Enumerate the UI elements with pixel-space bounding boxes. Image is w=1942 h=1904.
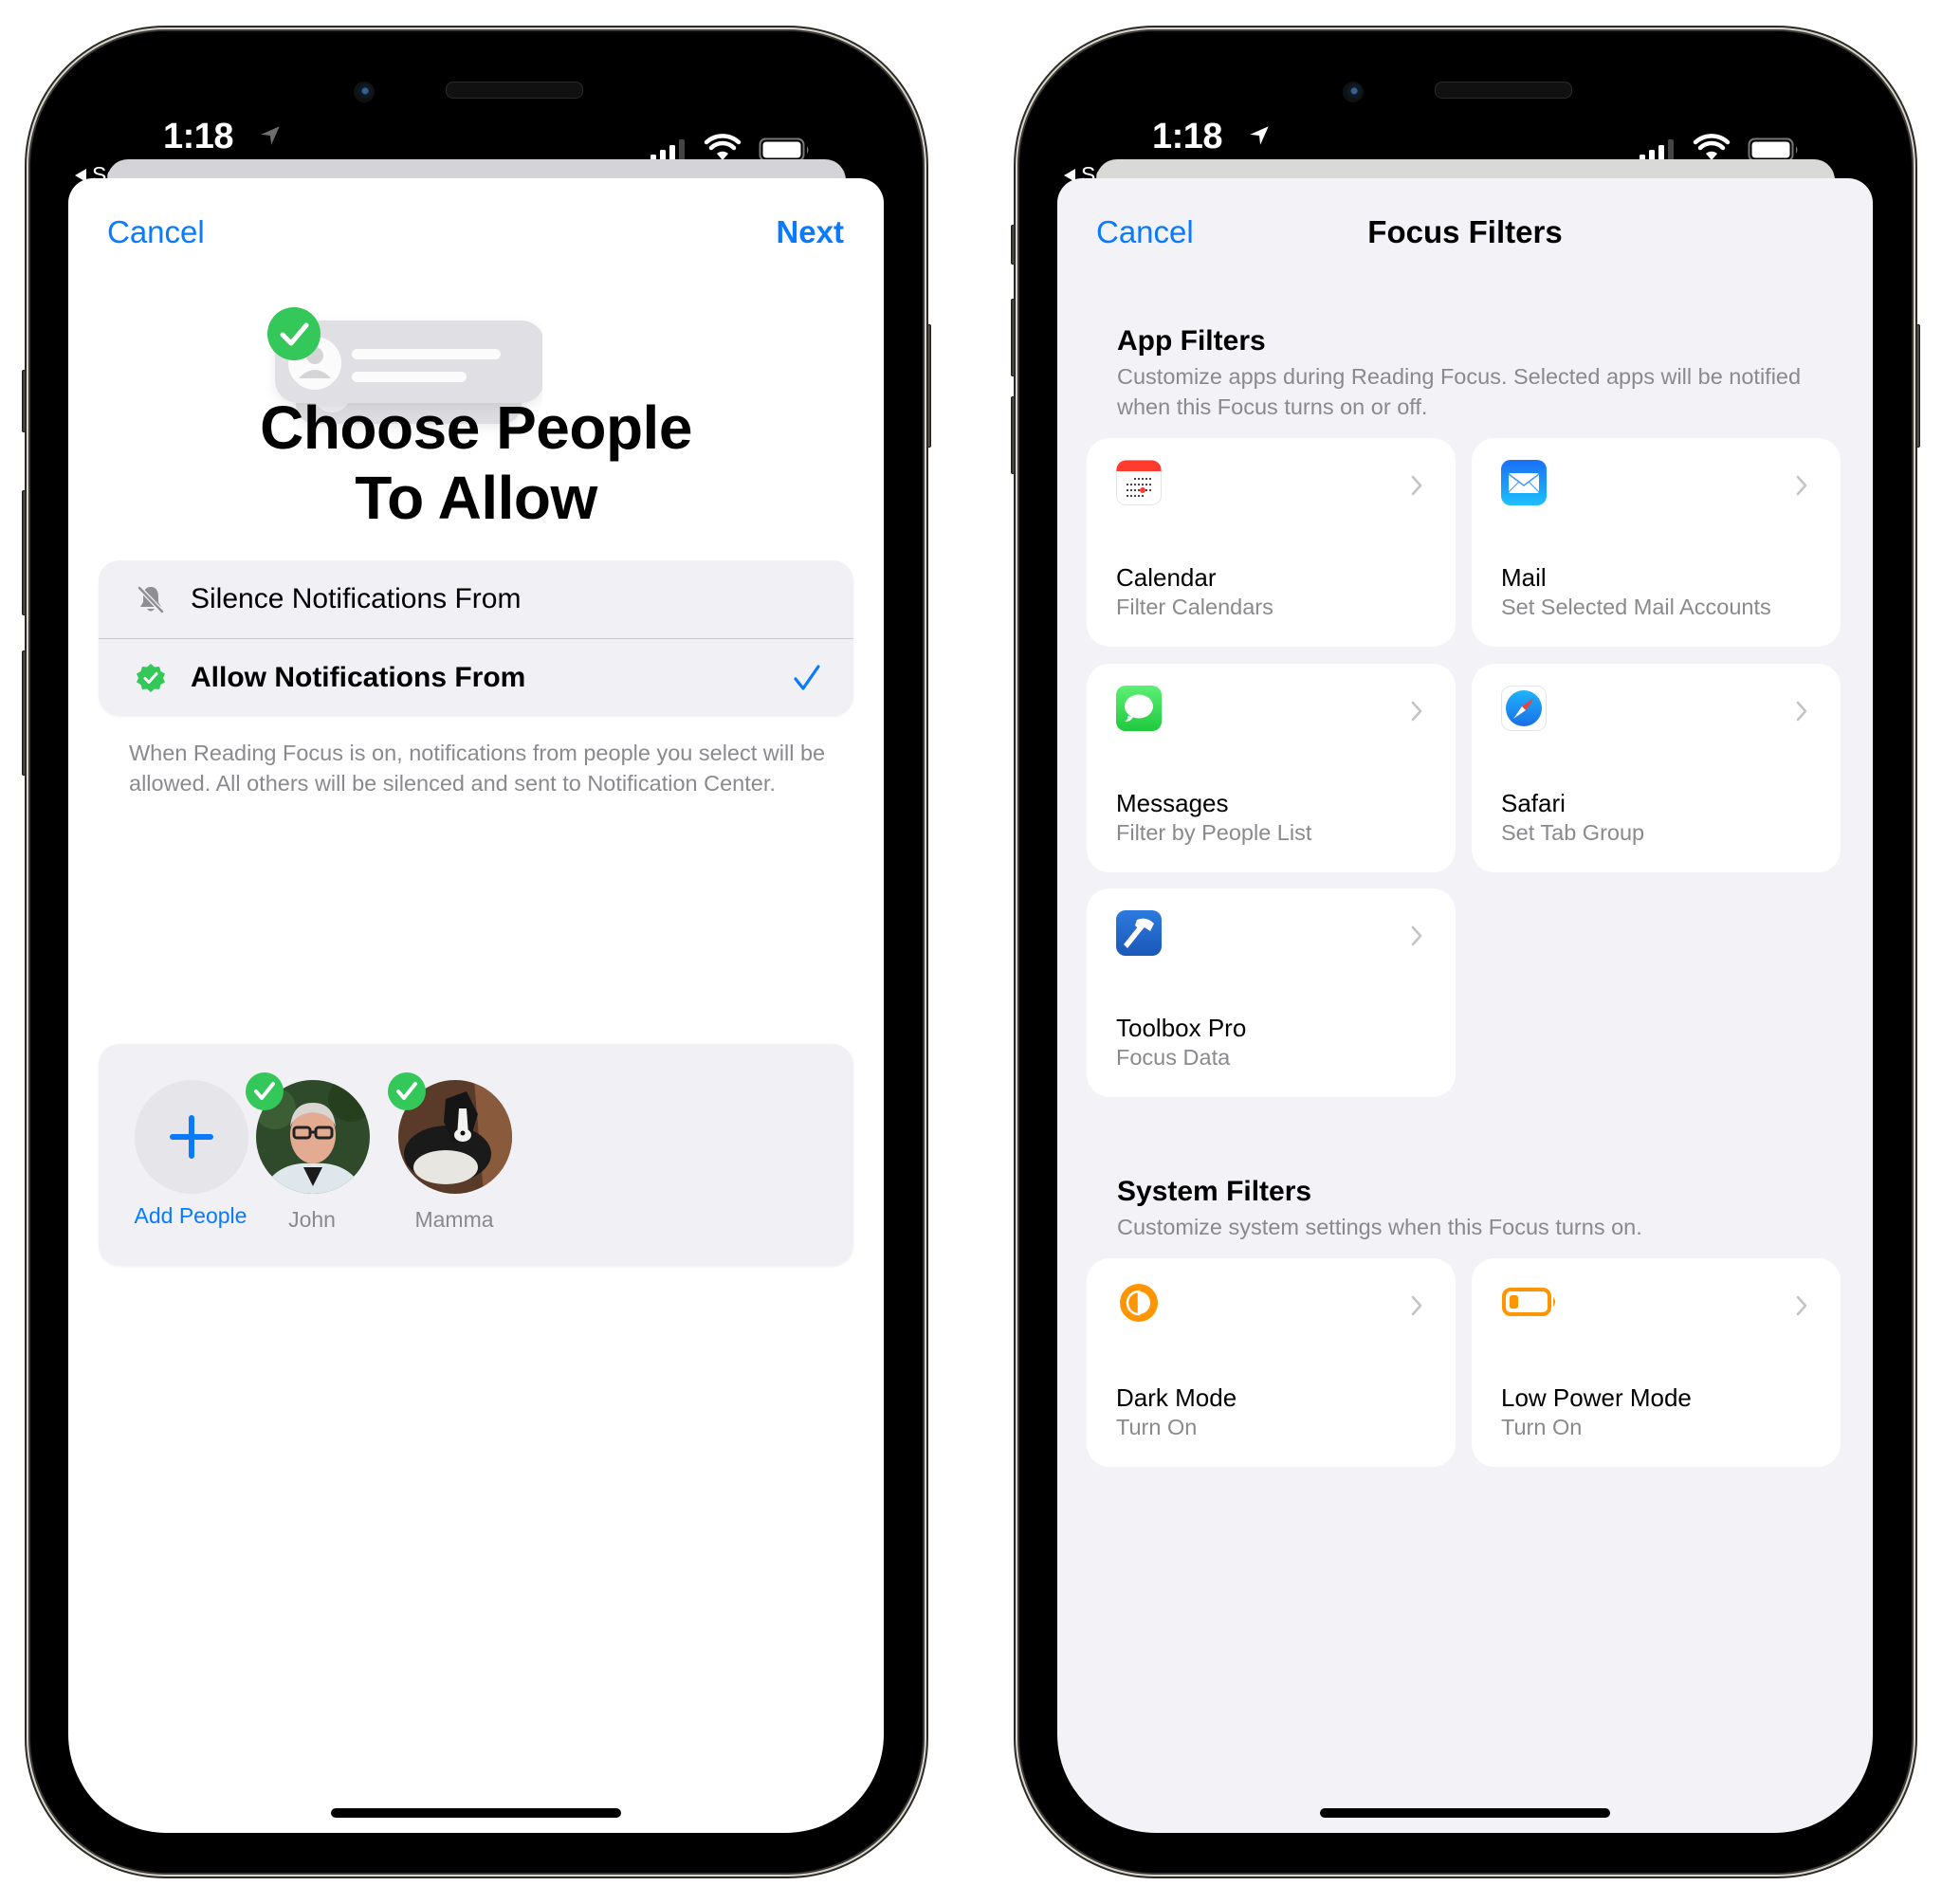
card-title: Dark Mode xyxy=(1116,1383,1237,1412)
volume-up-button xyxy=(22,490,30,615)
cancel-button[interactable]: Cancel xyxy=(107,214,205,250)
safari-icon xyxy=(1501,686,1547,731)
selected-badge-icon xyxy=(246,1072,284,1110)
selected-badge-icon xyxy=(388,1072,426,1110)
option-silence-notifications[interactable]: Silence Notifications From xyxy=(99,560,853,638)
contact-mamma[interactable]: Mamma xyxy=(383,1044,525,1266)
filter-card-low-power-mode[interactable]: Low Power Mode Turn On xyxy=(1472,1258,1841,1467)
wifi-icon xyxy=(1693,134,1731,160)
filter-card-safari[interactable]: Safari Set Tab Group xyxy=(1472,664,1841,872)
chevron-right-icon xyxy=(1411,925,1422,946)
mute-switch xyxy=(22,370,30,432)
filter-card-toolbox-pro[interactable]: Toolbox Pro Focus Data xyxy=(1087,888,1456,1097)
card-subtitle: Turn On xyxy=(1501,1415,1583,1439)
toolbox-pro-icon xyxy=(1116,910,1162,956)
chevron-right-icon xyxy=(1796,1295,1807,1316)
speaker-grille xyxy=(446,82,583,99)
front-camera xyxy=(1343,82,1364,102)
location-arrow-icon xyxy=(261,126,280,145)
filter-card-messages[interactable]: Messages Filter by People List xyxy=(1087,664,1456,872)
card-title: Messages xyxy=(1116,789,1229,817)
card-subtitle: Filter Calendars xyxy=(1116,595,1273,619)
app-filters-description: Customize apps during Reading Focus. Sel… xyxy=(1117,364,1802,419)
chevron-right-icon xyxy=(1411,1295,1422,1316)
power-button xyxy=(923,324,931,448)
card-title: Safari xyxy=(1501,789,1566,817)
front-camera xyxy=(354,82,375,102)
contact-name: John xyxy=(288,1207,336,1232)
calendar-icon xyxy=(1116,460,1162,505)
title-line-2: To Allow xyxy=(355,464,597,532)
left-phone: 1:18 Search Cancel Next xyxy=(22,31,931,1873)
page-title: Choose People To Allow xyxy=(68,393,884,533)
add-people-circle xyxy=(135,1080,248,1194)
chevron-right-icon xyxy=(1411,701,1422,722)
wifi-icon xyxy=(704,134,742,160)
card-subtitle: Set Selected Mail Accounts xyxy=(1501,595,1771,619)
right-phone: 1:18 Search Cancel Focus Filters App Fil… xyxy=(1011,31,1920,1873)
bell-slash-icon xyxy=(137,586,164,613)
card-subtitle: Focus Data xyxy=(1116,1045,1231,1070)
card-subtitle: Filter by People List xyxy=(1116,820,1312,845)
volume-down-button xyxy=(22,650,30,776)
title-line-1: Choose People xyxy=(260,394,692,462)
status-time: 1:18 xyxy=(163,117,234,156)
allow-description: When Reading Focus is on, notifications … xyxy=(129,741,826,796)
focus-filters-sheet: Cancel Focus Filters App Filters Customi… xyxy=(1057,178,1873,1833)
speaker-grille xyxy=(1435,82,1572,99)
filter-card-mail[interactable]: Mail Set Selected Mail Accounts xyxy=(1472,438,1841,647)
people-group: Add People John Mamma xyxy=(99,1044,853,1266)
notification-mode-group: Silence Notifications From Allow Notific… xyxy=(99,560,853,716)
filter-card-calendar[interactable]: Calendar Filter Calendars xyxy=(1087,438,1456,647)
location-arrow-icon xyxy=(1250,126,1269,145)
add-people-button[interactable]: Add People xyxy=(99,1044,248,1266)
card-title: Mail xyxy=(1501,563,1547,592)
choose-people-sheet: Cancel Next Choose People To Allow Silen… xyxy=(68,178,884,1833)
app-filters-title: App Filters xyxy=(1117,325,1266,357)
power-button xyxy=(1912,324,1920,448)
contact-john[interactable]: John xyxy=(241,1044,383,1266)
chevron-right-icon xyxy=(1796,701,1807,722)
option-label: Silence Notifications From xyxy=(191,583,522,614)
card-subtitle: Turn On xyxy=(1116,1415,1198,1439)
mute-switch xyxy=(1011,225,1019,265)
chevron-right-icon xyxy=(1411,475,1422,496)
card-title: Calendar xyxy=(1116,563,1217,592)
contact-name: Mamma xyxy=(414,1207,494,1232)
card-subtitle: Set Tab Group xyxy=(1501,820,1645,845)
status-time: 1:18 xyxy=(1152,117,1223,156)
green-check-badge xyxy=(267,307,321,360)
system-filters-title: System Filters xyxy=(1117,1176,1312,1207)
system-filters-description: Customize system settings when this Focu… xyxy=(1117,1215,1642,1239)
low-power-battery-icon xyxy=(1502,1288,1555,1316)
card-title: Toolbox Pro xyxy=(1116,1014,1247,1042)
next-button[interactable]: Next xyxy=(776,214,844,250)
dark-mode-icon xyxy=(1120,1284,1158,1322)
cancel-button[interactable]: Cancel xyxy=(1096,214,1194,250)
messages-icon xyxy=(1116,686,1162,731)
chevron-right-icon xyxy=(1796,475,1807,496)
screen: 1:18 Search Cancel Next xyxy=(68,69,884,1833)
option-label: Allow Notifications From xyxy=(191,662,526,693)
mail-icon xyxy=(1501,460,1547,505)
screen: 1:18 Search Cancel Focus Filters App Fil… xyxy=(1057,69,1873,1833)
filter-card-dark-mode[interactable]: Dark Mode Turn On xyxy=(1087,1258,1456,1467)
card-title: Low Power Mode xyxy=(1501,1383,1692,1412)
home-indicator[interactable] xyxy=(331,1808,621,1818)
plus-icon xyxy=(170,1115,213,1159)
checkmark-seal-icon xyxy=(137,664,165,692)
option-allow-notifications[interactable]: Allow Notifications From xyxy=(99,639,853,716)
volume-down-button xyxy=(1011,396,1019,474)
home-indicator[interactable] xyxy=(1320,1808,1610,1818)
volume-up-button xyxy=(1011,299,1019,376)
selected-checkmark-icon xyxy=(794,665,820,690)
